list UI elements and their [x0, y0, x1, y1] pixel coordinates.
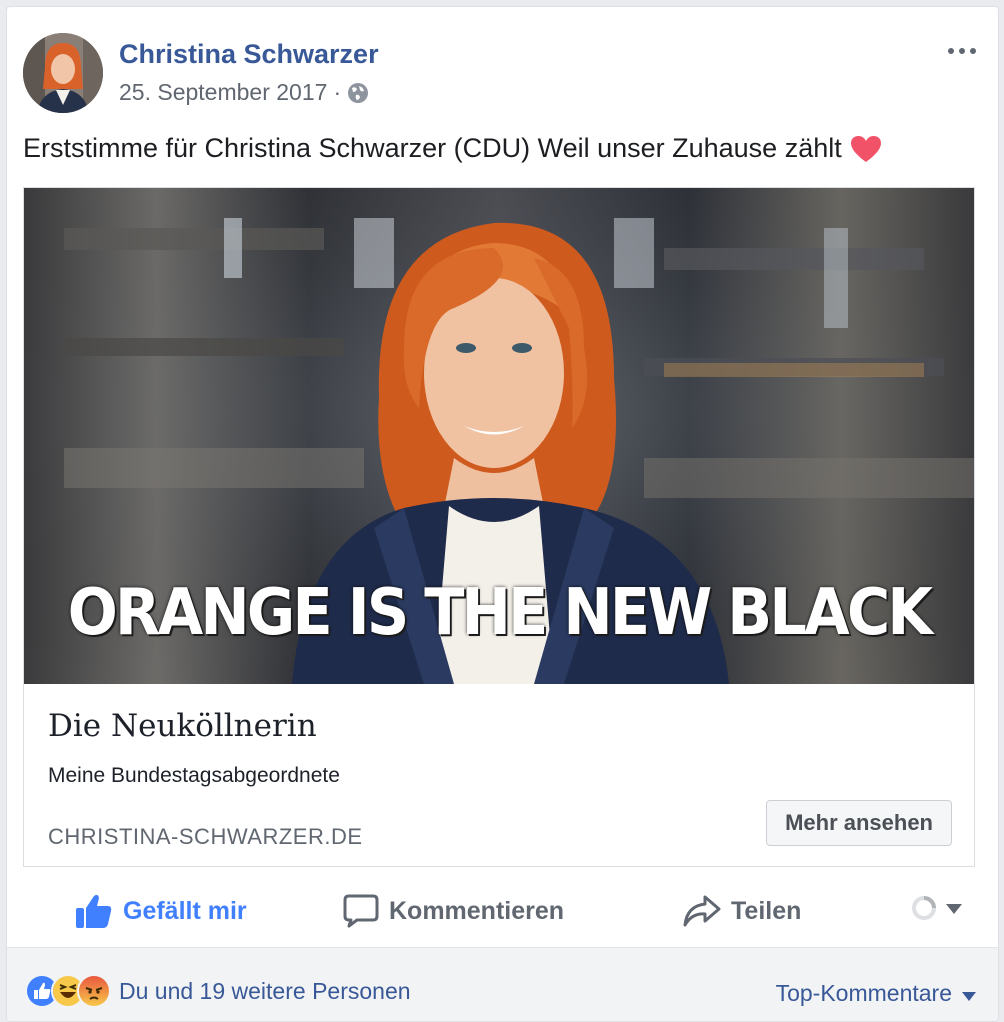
author-avatar[interactable] — [23, 33, 103, 113]
post-footer: Du und 19 weitere Personen Top-Kommentar… — [7, 948, 998, 1021]
preview-description: Meine Bundestagsabgeordnete — [48, 764, 340, 787]
post-text-content: Erststimme für Christina Schwarzer (CDU)… — [23, 133, 842, 163]
meta-separator: · — [333, 79, 342, 105]
post-meta: 25. September 2017 · — [119, 79, 369, 106]
comment-sort-selector[interactable]: Top-Kommentare — [776, 980, 976, 1007]
caret-down-icon — [962, 980, 976, 1007]
loading-spinner-icon — [911, 895, 937, 926]
reactions-summary[interactable]: Du und 19 weitere Personen — [25, 974, 411, 1008]
angry-reaction-icon — [77, 974, 111, 1008]
audience-selector[interactable] — [911, 895, 963, 926]
share-arrow-icon — [683, 894, 721, 928]
chevron-down-icon — [945, 902, 963, 920]
like-button[interactable]: Gefällt mir — [75, 875, 247, 947]
comment-button[interactable]: Kommentieren — [343, 875, 564, 947]
share-label: Teilen — [731, 896, 802, 925]
preview-image[interactable]: ORANGE IS THE NEW BLACK — [24, 188, 974, 684]
post-card: Christina Schwarzer 25. September 2017 ·… — [6, 6, 999, 1022]
heart-icon — [850, 135, 882, 163]
like-label: Gefällt mir — [123, 896, 247, 925]
post-text: Erststimme für Christina Schwarzer (CDU)… — [23, 133, 882, 164]
more-options-icon[interactable] — [946, 43, 978, 59]
share-button[interactable]: Teilen — [683, 875, 801, 947]
post-date[interactable]: 25. September 2017 — [119, 79, 327, 106]
preview-title[interactable]: Die Neuköllnerin — [48, 708, 317, 744]
link-preview[interactable]: ORANGE IS THE NEW BLACK Die Neuköllnerin… — [23, 187, 975, 867]
preview-domain: CHRISTINA-SCHWARZER.DE — [48, 824, 363, 849]
globe-icon[interactable] — [347, 82, 369, 104]
action-bar: Gefällt mir Kommentieren Teilen — [23, 875, 975, 947]
preview-body[interactable]: Die Neuköllnerin Meine Bundestagsabgeord… — [24, 684, 974, 866]
author-name[interactable]: Christina Schwarzer — [119, 39, 379, 70]
thumbs-up-icon — [75, 893, 113, 929]
comment-label: Kommentieren — [389, 896, 565, 925]
reactions-text[interactable]: Du und 19 weitere Personen — [119, 978, 411, 1005]
sort-label: Top-Kommentare — [775, 980, 952, 1006]
preview-image-caption: ORANGE IS THE NEW BLACK — [67, 576, 933, 650]
see-more-button[interactable]: Mehr ansehen — [766, 800, 952, 846]
speech-bubble-icon — [343, 894, 379, 928]
